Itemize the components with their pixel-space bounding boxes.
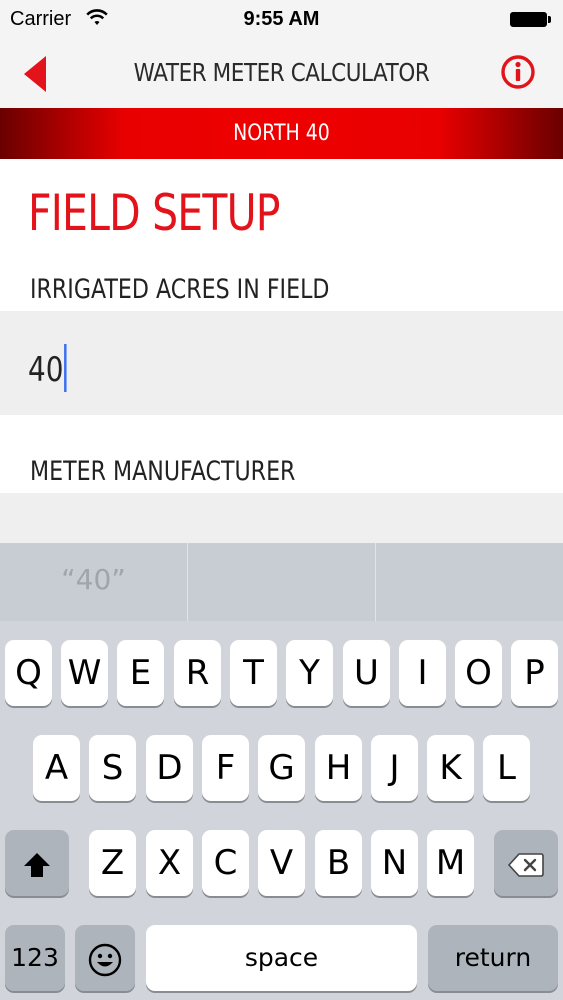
status-bar: Carrier 9:55 AM (0, 0, 563, 40)
acres-value-text: 40 (28, 350, 64, 390)
key-j[interactable]: J (371, 735, 418, 801)
manufacturer-label: METER MANUFACTURER (30, 456, 296, 487)
key-n[interactable]: N (371, 830, 418, 896)
key-q[interactable]: Q (5, 640, 52, 706)
shift-key[interactable] (5, 830, 69, 896)
acres-input-value: 40 (28, 344, 67, 392)
key-w[interactable]: W (61, 640, 108, 706)
field-name: NORTH 40 (233, 121, 330, 146)
key-h[interactable]: H (315, 735, 362, 801)
key-p[interactable]: P (511, 640, 558, 706)
key-c[interactable]: C (202, 830, 249, 896)
backspace-icon (507, 852, 544, 877)
key-k[interactable]: K (427, 735, 474, 801)
numbers-key[interactable]: 123 (5, 925, 65, 991)
key-g[interactable]: G (258, 735, 305, 801)
status-time: 9:55 AM (243, 8, 320, 30)
navigation-bar: WATER METER CALCULATOR (0, 40, 563, 108)
field-name-banner: NORTH 40 (0, 108, 563, 159)
emoji-icon (88, 943, 122, 976)
key-y[interactable]: Y (286, 640, 333, 706)
key-e[interactable]: E (117, 640, 164, 706)
battery-tip (548, 16, 551, 23)
shift-icon (24, 852, 50, 877)
info-icon (501, 55, 535, 89)
key-o[interactable]: O (455, 640, 502, 706)
section-heading: FIELD SETUP (28, 184, 281, 242)
info-button[interactable] (500, 54, 536, 90)
acres-label: IRRIGATED ACRES IN FIELD (30, 274, 330, 305)
key-x[interactable]: X (146, 830, 193, 896)
key-u[interactable]: U (343, 640, 390, 706)
key-d[interactable]: D (146, 735, 193, 801)
key-v[interactable]: V (258, 830, 305, 896)
text-cursor (64, 344, 67, 392)
suggestion-1[interactable]: “40” (0, 543, 187, 621)
backspace-key[interactable] (494, 830, 558, 896)
suggestion-bar: “40” (0, 543, 563, 621)
space-key[interactable]: space (146, 925, 417, 991)
key-s[interactable]: S (89, 735, 136, 801)
suggestion-3[interactable] (376, 543, 563, 621)
key-a[interactable]: A (33, 735, 80, 801)
suggestion-2[interactable] (188, 543, 375, 621)
key-m[interactable]: M (427, 830, 474, 896)
battery-icon (510, 12, 547, 27)
key-z[interactable]: Z (89, 830, 136, 896)
page-title: WATER METER CALCULATOR (133, 58, 430, 87)
manufacturer-input[interactable] (0, 493, 563, 543)
suggestion-1-text: “40” (61, 563, 126, 596)
return-key[interactable]: return (428, 925, 558, 991)
key-t[interactable]: T (230, 640, 277, 706)
key-i[interactable]: I (399, 640, 446, 706)
keyboard: “40” Q W E R T Y U I O P A S D F G H J K… (0, 543, 563, 1000)
key-f[interactable]: F (202, 735, 249, 801)
key-l[interactable]: L (483, 735, 530, 801)
acres-input[interactable]: 40 (0, 311, 563, 415)
key-r[interactable]: R (174, 640, 221, 706)
emoji-key[interactable] (75, 925, 135, 991)
key-b[interactable]: B (315, 830, 362, 896)
